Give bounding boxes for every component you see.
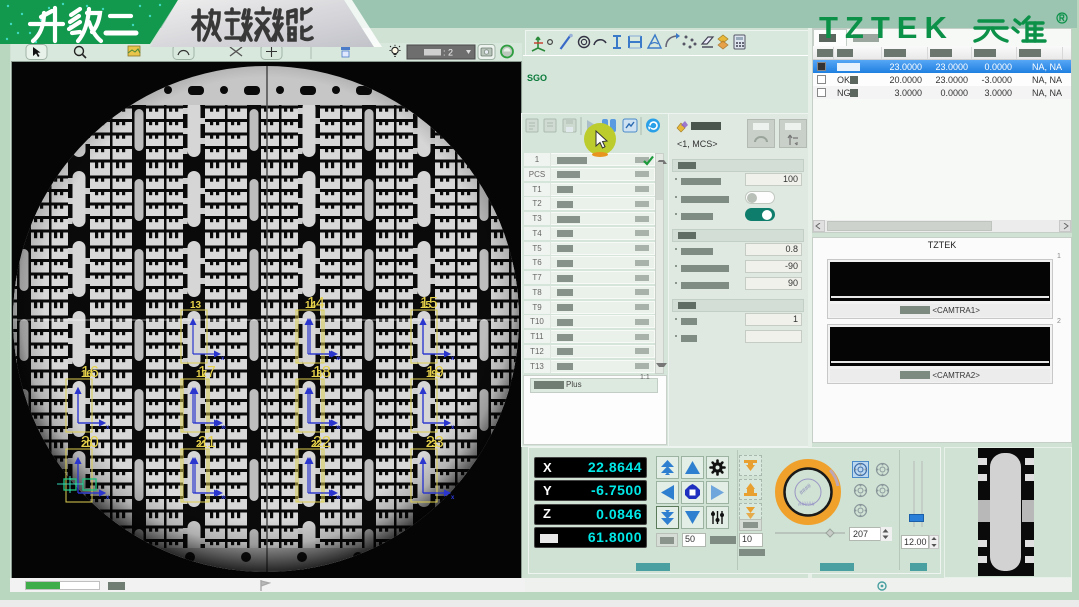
svg-text:x: x [106,495,109,501]
svg-text:13: 13 [190,300,202,311]
svg-text:x: x [338,495,341,501]
svg-text:TZTEK: TZTEK [819,11,954,43]
svg-text:21: 21 [198,434,216,451]
svg-text:17: 17 [198,364,216,381]
svg-text:15: 15 [420,295,438,312]
svg-text:16: 16 [81,364,99,381]
svg-text:x: x [451,495,454,501]
svg-text:x: x [451,425,454,431]
svg-text:23: 23 [426,434,444,451]
svg-text:18: 18 [313,364,331,381]
svg-text:x: x [106,425,109,431]
svg-text:22: 22 [313,434,331,451]
svg-text:#####: ##### [798,502,815,508]
svg-text:x: x [223,425,226,431]
svg-text:x: x [338,425,341,431]
svg-text:20: 20 [81,434,99,451]
svg-text:####: #### [799,483,814,497]
svg-text:x: x [338,356,341,362]
svg-text:x: x [223,495,226,501]
svg-text:x: x [451,356,454,362]
svg-text:: 2: : 2 [443,48,453,58]
svg-text:19: 19 [426,364,444,381]
svg-text:14: 14 [307,295,325,312]
